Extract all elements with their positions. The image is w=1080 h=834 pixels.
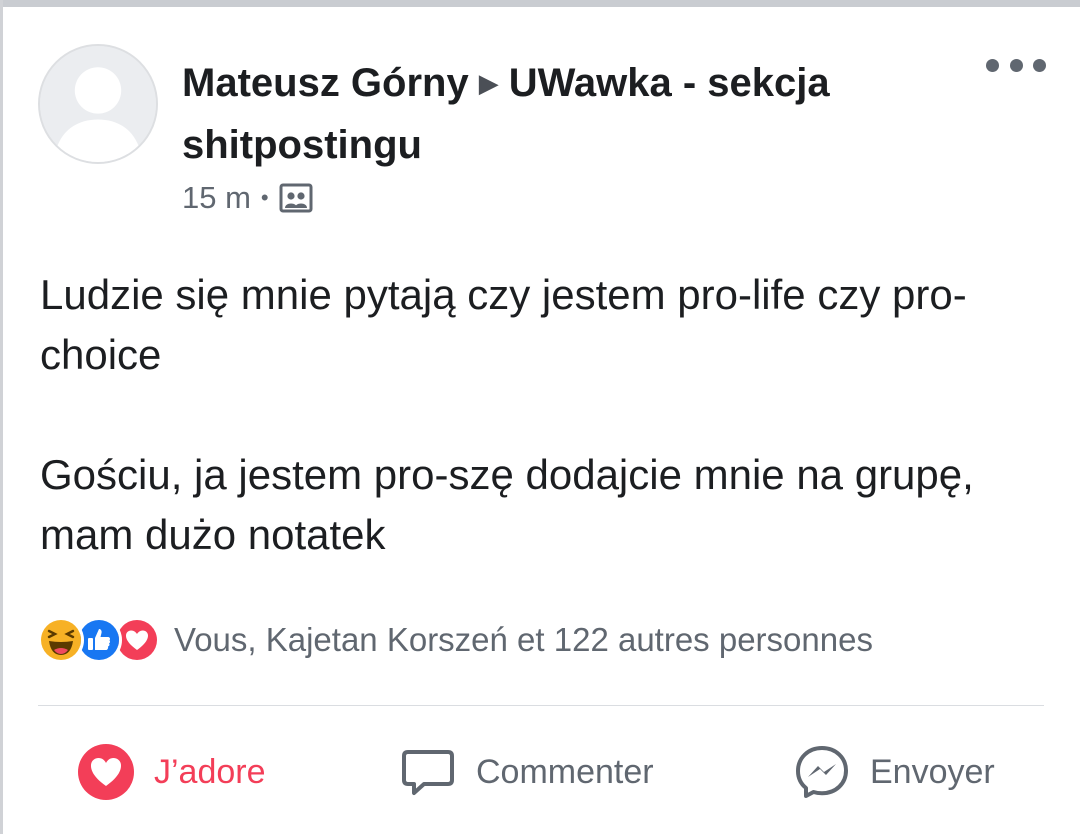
dot — [986, 58, 999, 72]
left-frame-edge — [0, 0, 3, 834]
love-button[interactable]: J’adore — [76, 742, 266, 802]
top-frame-bar — [0, 0, 1080, 7]
default-avatar-icon — [40, 46, 156, 162]
reactions-summary[interactable]: Vous, Kajetan Korszeń et 122 autres pers… — [174, 621, 873, 659]
send-button[interactable]: Envoyer — [792, 742, 995, 802]
reactions-bar[interactable]: Vous, Kajetan Korszeń et 122 autres pers… — [38, 612, 873, 668]
post-header: Mateusz Górny ▶ UWawka - sekcja shitpostin… — [38, 44, 1048, 224]
divider — [38, 705, 1044, 706]
love-label: J’adore — [154, 752, 266, 791]
author-name[interactable]: Mateusz Górny — [182, 61, 469, 105]
comment-label: Commenter — [476, 752, 654, 791]
reaction-icons — [38, 617, 160, 663]
dot — [1033, 58, 1046, 72]
messenger-icon — [792, 742, 852, 802]
post-time[interactable]: 15 m — [182, 180, 251, 216]
avatar[interactable] — [38, 44, 158, 164]
send-label: Envoyer — [870, 752, 995, 791]
post-meta: 15 m • — [182, 180, 313, 216]
post-paragraph: Ludzie się mnie pytają czy jestem pro-li… — [40, 271, 967, 378]
post-paragraph: Gościu, ja jestem pro-szę dodajcie mnie … — [40, 451, 974, 558]
dot — [1009, 58, 1023, 72]
action-bar: J’adore Commenter Envoyer — [0, 730, 1080, 820]
meta-separator: • — [260, 185, 269, 210]
more-dots-icon[interactable] — [986, 50, 1046, 80]
group-icon — [279, 182, 313, 214]
post-body: Ludzie się mnie pytają czy jestem pro-li… — [40, 265, 1040, 565]
right-triangle-icon: ▶ — [478, 68, 499, 98]
love-icon — [76, 742, 136, 802]
comment-icon — [398, 742, 458, 802]
comment-button[interactable]: Commenter — [398, 742, 654, 802]
post-title: Mateusz Górny ▶ UWawka - sekcja shitpostin… — [182, 52, 882, 176]
haha-icon — [38, 617, 84, 663]
